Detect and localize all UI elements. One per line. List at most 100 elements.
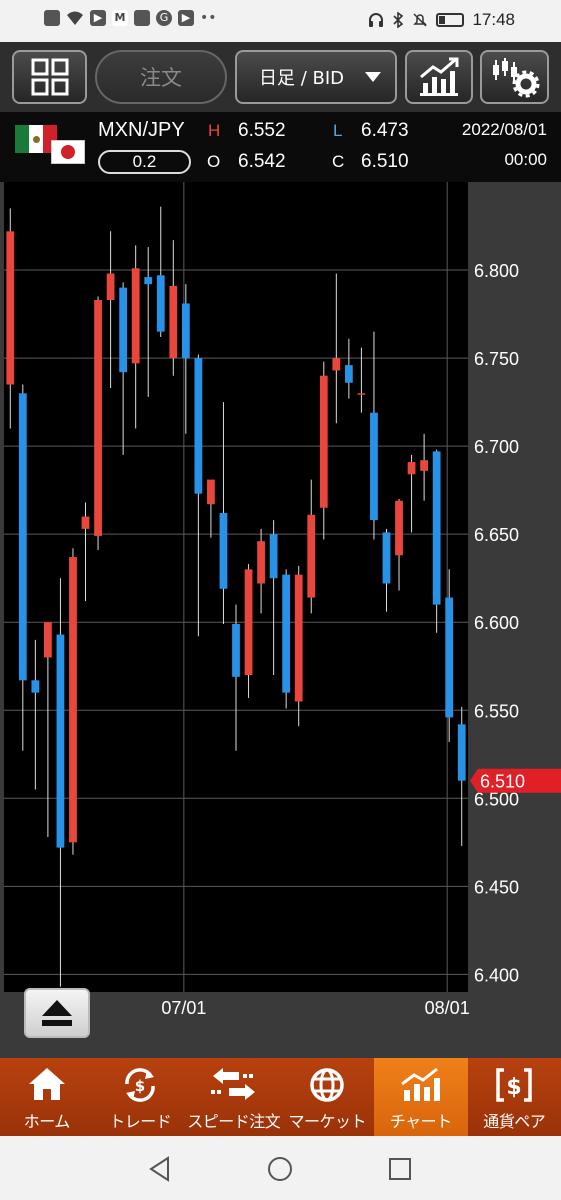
chart-icon [400, 1067, 440, 1101]
nav-home-label: ホーム [23, 1112, 71, 1131]
candle-body [332, 358, 341, 371]
nav-currency-pair-label: 通貨ペア [483, 1112, 546, 1131]
bar-time: 00:00 [504, 150, 547, 169]
trade-icon: $ [125, 1068, 156, 1102]
candle-body [119, 287, 128, 373]
candle-body [382, 532, 391, 584]
android-nav-bar [0, 1136, 561, 1200]
grid-menu-icon [31, 58, 68, 96]
candle-body [207, 479, 215, 505]
back-icon[interactable] [148, 1156, 172, 1182]
nav-chart-label: チャート [389, 1112, 452, 1131]
home-icon [28, 1068, 65, 1100]
google-icon: G [156, 10, 172, 26]
home-circle-icon[interactable] [267, 1156, 293, 1182]
candle-body [244, 569, 253, 676]
gmail-icon: M [112, 10, 128, 26]
nav-speed-order[interactable]: スピード注文 [187, 1058, 281, 1136]
candle-body [344, 365, 353, 383]
candle-body [307, 514, 316, 598]
currency-pair-label: MXN/JPY [98, 119, 185, 141]
candle-body [269, 534, 278, 579]
sim-icon [44, 10, 60, 26]
spread-badge: 0.2 [98, 150, 191, 174]
candle-body [370, 412, 378, 521]
nav-currency-pair[interactable]: $ 通貨ペア [468, 1058, 561, 1136]
low-value: 6.473 [361, 120, 409, 141]
candle-body [194, 358, 203, 494]
candle-body [457, 724, 466, 781]
youtube-icon: ▶ [90, 10, 106, 26]
svg-text:$: $ [507, 1075, 522, 1100]
bar-date: 2022/08/01 [461, 120, 547, 139]
bluetooth-icon [393, 12, 404, 28]
candle-body [94, 299, 102, 536]
quote-info-bar: MXN/JPY 0.2 H 6.552 O 6.542 L 6.473 C 6.… [0, 112, 561, 182]
y-tick-label: 6.650 [474, 525, 519, 545]
candle-body [407, 461, 416, 475]
candle-body [219, 513, 228, 589]
candle-body [156, 275, 165, 332]
current-price-label: 6.510 [480, 772, 525, 792]
candle-body [232, 623, 240, 677]
japan-flag-icon [51, 140, 85, 164]
candle-body [181, 303, 190, 359]
y-tick-label: 6.600 [474, 613, 519, 633]
nav-home[interactable]: ホーム [0, 1058, 94, 1136]
chart-type-button[interactable] [405, 50, 473, 104]
candle-body [44, 622, 52, 658]
bottom-nav: ホーム $ トレード スピード注文 マーケット チャート $ 通貨ペア [0, 1058, 561, 1136]
candlestick-chart[interactable]: 6.800 6.750 6.700 6.650 6.600 6.550 6.500 6.450… [0, 182, 561, 1058]
candle-body [257, 541, 265, 584]
grid-menu-button[interactable] [12, 50, 87, 104]
candle-body [106, 273, 115, 300]
low-label: L [333, 121, 343, 140]
candle-body [31, 680, 40, 693]
toolbar: 注文 日足 / BID [0, 42, 561, 112]
x-tick-label: 08/01 [425, 998, 470, 1018]
candle-body [6, 231, 15, 385]
indicator-settings-button[interactable] [480, 50, 549, 104]
recents-icon[interactable] [388, 1157, 412, 1181]
open-value: 6.542 [238, 151, 286, 172]
candle-body [81, 516, 90, 529]
candle-body [445, 597, 454, 718]
nav-trade-label: トレード [109, 1112, 172, 1131]
nav-market[interactable]: マーケット [281, 1058, 375, 1136]
y-tick-label: 6.450 [474, 877, 519, 897]
close-label: C [332, 152, 345, 171]
system-status: 17:48 [368, 10, 515, 30]
open-label: O [207, 152, 221, 171]
x-tick-label: 07/01 [161, 998, 206, 1018]
order-button[interactable]: 注文 [95, 50, 227, 104]
y-tick-label: 6.800 [474, 261, 519, 281]
caret-down-icon [365, 72, 381, 82]
collapse-panel-button[interactable] [24, 988, 90, 1038]
market-icon [310, 1068, 344, 1102]
close-value: 6.510 [361, 151, 409, 172]
headphones-icon [369, 13, 384, 27]
nav-chart[interactable]: チャート [374, 1058, 468, 1136]
battery-icon [436, 13, 465, 27]
nav-trade[interactable]: $ トレード [94, 1058, 188, 1136]
chart-canvas[interactable]: 6.8006.7506.7006.6506.6006.5506.5006.450… [4, 182, 561, 1058]
indicator-settings-icon [492, 58, 539, 98]
y-tick-label: 6.400 [474, 965, 519, 985]
youtube-icon: ▶ [178, 10, 194, 26]
candle-body [169, 285, 178, 359]
notification-icons: ▶ M G ▶ •• [44, 10, 217, 26]
period-dropdown[interactable]: 日足 / BID [235, 50, 397, 104]
y-tick-label: 6.550 [474, 701, 519, 721]
chart-type-icon [420, 57, 459, 96]
high-label: H [208, 121, 221, 140]
nav-speed-order-label: スピード注文 [187, 1112, 281, 1131]
candle-body [69, 557, 77, 843]
eject-icon [42, 1000, 72, 1026]
clock: 17:48 [472, 10, 515, 29]
status-bar: ▶ M G ▶ •• 17:48 [0, 0, 561, 42]
mute-icon [413, 13, 428, 27]
more-dots-icon: •• [200, 10, 217, 26]
wifi-icon [67, 11, 83, 25]
y-tick-label: 6.750 [474, 349, 519, 369]
candle-body [319, 375, 328, 508]
